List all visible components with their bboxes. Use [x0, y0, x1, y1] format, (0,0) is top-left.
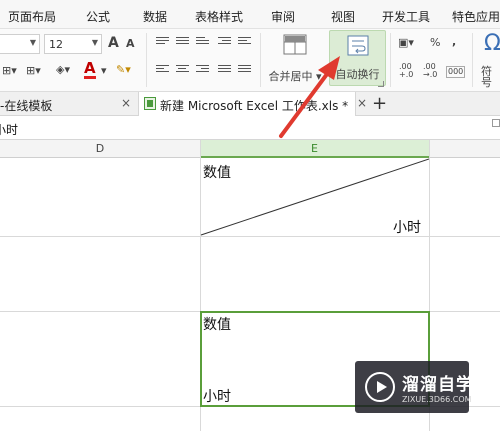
symbol-icon[interactable]: Ω: [484, 33, 500, 55]
justify-icon[interactable]: [218, 65, 231, 76]
align-right-icon[interactable]: [196, 65, 209, 76]
merge-center-label: 合并居中 ▾: [268, 70, 322, 83]
number-format-icon[interactable]: ▣▾: [398, 37, 414, 48]
chevron-down-icon: ▼: [29, 38, 36, 47]
shrink-font-icon[interactable]: A: [126, 38, 135, 49]
menu-formulas[interactable]: 公式: [86, 8, 110, 25]
ribbon-separator: [472, 33, 473, 87]
close-icon[interactable]: ×: [121, 96, 131, 110]
decrease-decimal-icon[interactable]: .00 →.0: [423, 63, 437, 79]
align-middle-icon[interactable]: [176, 37, 189, 48]
excel-window: 页面布局 公式 数据 表格样式 审阅 视图 开发工具 特色应用 ▼ 12 ▼ A…: [0, 0, 500, 431]
tab-label: -在线模板: [0, 99, 53, 113]
chevron-down-icon[interactable]: ▾: [101, 65, 107, 76]
cell-e1-top-text: 数值: [203, 165, 231, 181]
border-style-icon[interactable]: ⊞▾: [26, 65, 41, 76]
alignment-dialog-launcher[interactable]: [378, 81, 384, 87]
menu-special[interactable]: 特色应用: [452, 8, 500, 25]
document-tab-bar: -在线模板 × 新建 Microsoft Excel 工作表.xls * × +: [0, 92, 500, 117]
comma-style-icon[interactable]: ,: [452, 36, 456, 47]
indent-increase-icon[interactable]: [238, 37, 251, 48]
column-header-d[interactable]: D: [0, 140, 200, 158]
border-icon[interactable]: ⊞▾: [2, 65, 17, 76]
percent-icon[interactable]: %: [430, 37, 440, 48]
play-icon: [365, 372, 395, 402]
menu-developer[interactable]: 开发工具: [382, 8, 430, 25]
grid-line: [0, 236, 500, 237]
grow-font-icon[interactable]: A: [108, 36, 119, 50]
menu-data[interactable]: 数据: [143, 8, 167, 25]
clear-format-icon[interactable]: ✎▾: [116, 64, 131, 75]
chevron-down-icon: ▼: [91, 38, 98, 47]
align-center-icon[interactable]: [176, 65, 189, 76]
menu-review[interactable]: 审阅: [271, 8, 295, 25]
tab-excel-workbook[interactable]: 新建 Microsoft Excel 工作表.xls *: [138, 92, 356, 117]
menu-bar: 页面布局 公式 数据 表格样式 审阅 视图 开发工具 特色应用: [0, 0, 500, 29]
cell-e1-bottom-text: 小时: [393, 220, 421, 236]
column-header-f[interactable]: [429, 140, 500, 158]
wrap-text-button[interactable]: 自动换行: [329, 30, 386, 86]
symbol-label[interactable]: 符号: [481, 66, 500, 88]
watermark-logo: 溜溜自学 ZIXUE.3D66.COM: [355, 361, 473, 413]
font-name-combo[interactable]: ▼: [0, 34, 40, 54]
formula-bar[interactable]: 小时: [0, 116, 500, 140]
ribbon-separator: [146, 33, 147, 87]
fill-color-icon[interactable]: ◈▾: [56, 64, 70, 75]
increase-decimal-icon[interactable]: .00 +.0: [399, 63, 413, 79]
wrap-text-icon: [347, 35, 369, 56]
tab-label: 新建 Microsoft Excel 工作表.xls *: [160, 99, 349, 113]
merge-center-button[interactable]: 合并居中 ▾: [266, 31, 324, 87]
align-top-icon[interactable]: [156, 37, 169, 48]
wrap-text-label: 自动换行: [335, 68, 380, 81]
spreadsheet-file-icon: [144, 97, 156, 110]
expand-formula-icon[interactable]: [492, 119, 500, 127]
merge-cells-icon: [283, 34, 307, 55]
distributed-icon[interactable]: [238, 65, 251, 76]
indent-decrease-icon[interactable]: [218, 37, 231, 48]
thousands-icon[interactable]: 000: [446, 66, 466, 78]
menu-view[interactable]: 视图: [331, 8, 355, 25]
watermark-url: ZIXUE.3D66.COM: [402, 395, 472, 404]
ribbon: ▼ 12 ▼ A A ⊞▾ ⊞▾ ◈▾ A ▾ ✎▾ 合并居中 ▾ 自动换行 ▣…: [0, 29, 500, 92]
column-header-e[interactable]: E: [200, 140, 429, 158]
font-color-icon[interactable]: A: [84, 61, 96, 79]
cell-e3-bottom-text: 小时: [203, 389, 231, 405]
ribbon-separator: [390, 33, 391, 87]
formula-content: 小时: [0, 123, 19, 137]
menu-page-layout[interactable]: 页面布局: [8, 8, 56, 25]
close-icon[interactable]: ×: [357, 96, 367, 110]
tab-online-templates[interactable]: -在线模板 ×: [0, 92, 138, 116]
menu-table-style[interactable]: 表格样式: [195, 8, 243, 25]
align-left-icon[interactable]: [156, 65, 169, 76]
ribbon-separator: [260, 33, 261, 87]
font-size-value: 12: [49, 38, 63, 51]
cell-e3-top-text: 数值: [203, 317, 231, 333]
font-size-combo[interactable]: 12 ▼: [44, 34, 102, 54]
align-bottom-icon[interactable]: [196, 37, 209, 48]
watermark-name: 溜溜自学: [402, 375, 474, 395]
new-tab-icon[interactable]: +: [372, 93, 387, 114]
